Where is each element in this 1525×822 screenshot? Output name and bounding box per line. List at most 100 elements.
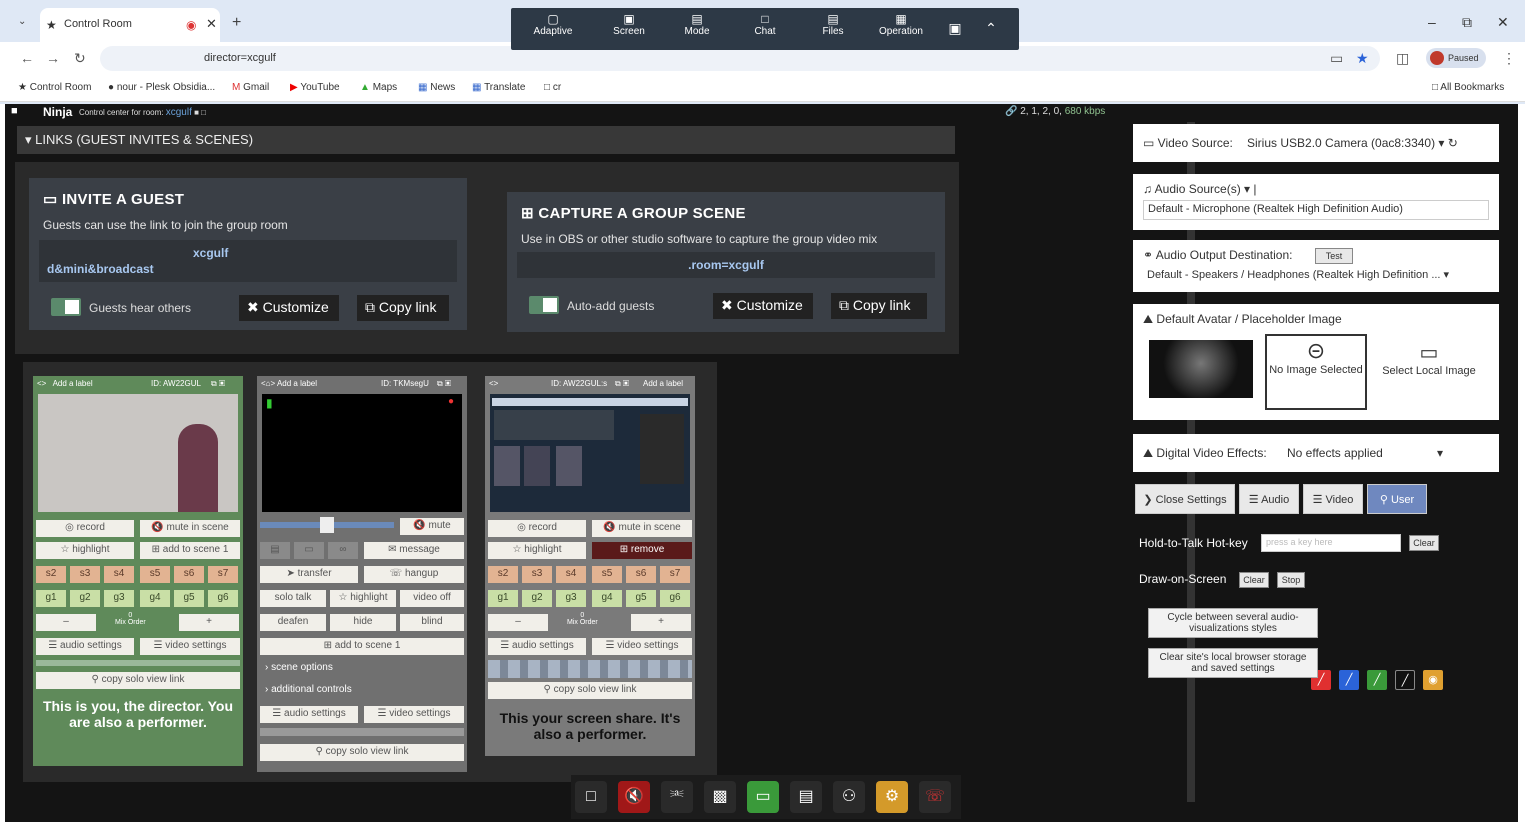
scene-options-toggle[interactable]: › scene options <box>265 662 333 673</box>
scene-s7-button[interactable]: s7 <box>660 566 690 583</box>
bookmark-control-room[interactable]: ★ Control Room <box>18 82 91 93</box>
close-tab-icon[interactable]: ✕ <box>206 16 217 32</box>
copy-solo-link-button[interactable]: ⚲ copy solo view link <box>488 682 692 699</box>
auto-add-toggle[interactable] <box>529 296 559 314</box>
group-g4-button[interactable]: g4 <box>140 590 170 607</box>
mute-in-scene-button[interactable]: 🔇 mute in scene <box>592 520 692 537</box>
remove-from-scene-button[interactable]: ⊞ remove <box>592 542 692 559</box>
toolbar-screen[interactable]: ▣ Screen <box>599 12 659 37</box>
hide-button[interactable]: hide <box>330 614 396 631</box>
guest-video[interactable]: ▮ ● <box>262 394 462 512</box>
new-tab-icon[interactable]: + <box>232 14 241 32</box>
draw-color-picker-icon[interactable]: ◉ <box>1423 670 1443 690</box>
scene-s6-button[interactable]: s6 <box>626 566 656 583</box>
bookmark-star-icon[interactable]: ★ <box>1356 50 1369 67</box>
solo-talk-button[interactable]: solo talk <box>260 590 326 607</box>
mix-order-decrease[interactable]: – <box>488 614 548 631</box>
scene-copy-link-button[interactable]: ⧉ Copy link <box>831 293 927 319</box>
bookmark-nour[interactable]: ● nour - Plesk Obsidia... <box>108 82 215 93</box>
mix-order-increase[interactable]: + <box>179 614 239 631</box>
collapse-icon[interactable]: ⌃ <box>971 20 1011 37</box>
deafen-button[interactable]: deafen <box>260 614 326 631</box>
invite-link[interactable]: xcgulf d&mini&broadcast <box>39 240 457 282</box>
video-settings-button[interactable]: ☰ video settings <box>592 638 692 655</box>
group-g6-button[interactable]: g6 <box>208 590 238 607</box>
group-g6-button[interactable]: g6 <box>660 590 690 607</box>
close-settings-button[interactable]: ❯ Close Settings <box>1135 484 1235 514</box>
screen-share-icon[interactable]: ▭ <box>747 781 779 813</box>
scene-s5-button[interactable]: s5 <box>592 566 622 583</box>
close-window-icon[interactable]: ✕ <box>1497 14 1509 31</box>
participants-icon[interactable]: ⚇ <box>833 781 865 813</box>
mute-in-scene-button[interactable]: 🔇 mute in scene <box>140 520 240 537</box>
group-g1-button[interactable]: g1 <box>488 590 518 607</box>
mix-order-decrease[interactable]: – <box>36 614 96 631</box>
back-icon[interactable]: ← <box>20 50 34 66</box>
bookmark-folder-cr[interactable]: □ cr <box>544 82 561 93</box>
reload-icon[interactable]: ↻ <box>74 50 86 67</box>
link-icon[interactable]: ∞ <box>328 542 358 559</box>
side-panel-icon[interactable]: ◫ <box>1396 50 1409 67</box>
highlight-button[interactable]: ☆ highlight <box>330 590 396 607</box>
audio-output-select[interactable]: Default - Speakers / Headphones (Realtek… <box>1147 268 1493 281</box>
screen-icon[interactable]: ▭ <box>294 542 324 559</box>
video-off-button[interactable]: video off <box>400 590 464 607</box>
audio-settings-button[interactable]: ☰ audio settings <box>488 638 586 655</box>
scene-s2-button[interactable]: s2 <box>36 566 66 583</box>
user-tab-button[interactable]: ⚲ User <box>1367 484 1427 514</box>
hangup-icon[interactable]: ☏ <box>919 781 951 813</box>
cast-icon[interactable]: ▭ <box>1330 50 1343 67</box>
group-g2-button[interactable]: g2 <box>70 590 100 607</box>
no-image-option[interactable]: ⊝ No Image Selected <box>1265 334 1367 410</box>
window-share-icon[interactable]: ▤ <box>790 781 822 813</box>
audio-settings-button[interactable]: ☰ audio settings <box>36 638 134 655</box>
test-audio-button[interactable]: Test <box>1315 248 1353 264</box>
bookmark-maps[interactable]: ▲ Maps <box>360 82 397 93</box>
scene-s6-button[interactable]: s6 <box>174 566 204 583</box>
bookmark-news[interactable]: ▦ News <box>418 82 455 93</box>
mute-button[interactable]: 🔇 mute <box>400 518 464 535</box>
chat-icon[interactable]: □ <box>575 781 607 813</box>
select-local-image[interactable]: ▭ Select Local Image <box>1379 340 1479 377</box>
group-g3-button[interactable]: g3 <box>556 590 586 607</box>
audio-settings-button[interactable]: ☰ audio settings <box>260 706 358 723</box>
video-source-select[interactable]: Sirius USB2.0 Camera (0ac8:3340) ▾ ↻ <box>1247 136 1458 150</box>
speaker-muted-icon[interactable]: 🔇 <box>618 781 650 813</box>
scene-link[interactable]: .room=xcgulf <box>517 252 935 278</box>
transfer-button[interactable]: ➤ transfer <box>260 566 358 583</box>
screen-share-video[interactable] <box>490 394 690 512</box>
hotkey-input[interactable]: press a key here <box>1261 534 1401 552</box>
director-video[interactable] <box>38 394 238 512</box>
scene-s7-button[interactable]: s7 <box>208 566 238 583</box>
scene-s4-button[interactable]: s4 <box>104 566 134 583</box>
group-g5-button[interactable]: g5 <box>174 590 204 607</box>
scene-s3-button[interactable]: s3 <box>522 566 552 583</box>
forward-icon[interactable]: → <box>46 50 60 66</box>
invite-copy-link-button[interactable]: ⧉ Copy link <box>357 295 449 321</box>
settings-gear-icon[interactable]: ⚙ <box>876 781 908 813</box>
camera-icon[interactable]: ▩ <box>704 781 736 813</box>
bookmark-gmail[interactable]: M Gmail <box>232 82 269 93</box>
blind-button[interactable]: blind <box>400 614 464 631</box>
toolbar-mode[interactable]: ▤ Mode <box>667 12 727 37</box>
group-g2-button[interactable]: g2 <box>522 590 552 607</box>
record-button[interactable]: ◎ record <box>36 520 134 537</box>
group-g3-button[interactable]: g3 <box>104 590 134 607</box>
profile-button[interactable]: Paused <box>1426 48 1486 68</box>
scene-s2-button[interactable]: s2 <box>488 566 518 583</box>
avatar-preview[interactable] <box>1149 340 1253 398</box>
draw-blue-pen-icon[interactable]: ╱ <box>1339 670 1359 690</box>
microphone-icon[interactable]: ⎃ <box>661 781 693 813</box>
copy-solo-link-button[interactable]: ⚲ copy solo view link <box>260 744 464 761</box>
additional-controls-toggle[interactable]: › additional controls <box>265 684 352 695</box>
restore-icon[interactable]: ⧉ <box>1462 14 1472 31</box>
draw-green-pen-icon[interactable]: ╱ <box>1367 670 1387 690</box>
hangup-button[interactable]: ☏ hangup <box>364 566 464 583</box>
copy-solo-link-button[interactable]: ⚲ copy solo view link <box>36 672 240 689</box>
message-button[interactable]: ✉ message <box>364 542 464 559</box>
pip-icon[interactable]: ▤ <box>260 542 290 559</box>
mix-order-increase[interactable]: + <box>631 614 691 631</box>
draw-stop-button[interactable]: Stop <box>1277 572 1305 588</box>
audio-tab-button[interactable]: ☰ Audio <box>1239 484 1299 514</box>
record-button[interactable]: ◎ record <box>488 520 586 537</box>
